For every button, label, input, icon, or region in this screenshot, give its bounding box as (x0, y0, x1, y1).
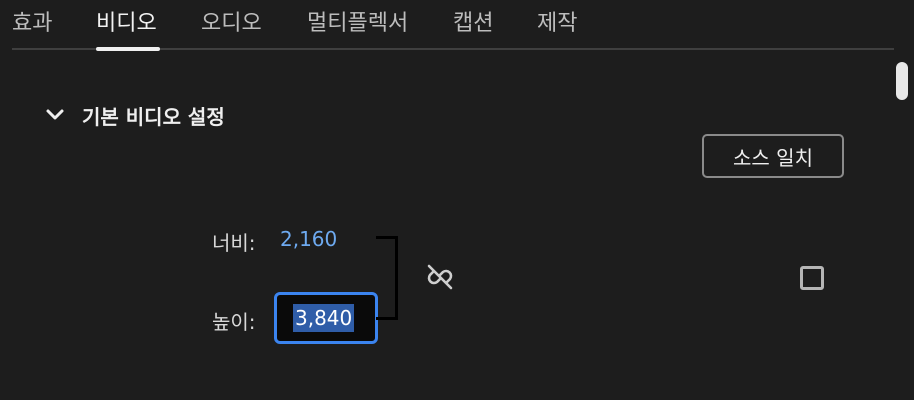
tab-video[interactable]: 비디오 (96, 8, 157, 40)
tab-effects[interactable]: 효과 (12, 8, 52, 40)
tab-captions[interactable]: 캡션 (453, 8, 493, 40)
chevron-down-icon[interactable] (44, 104, 66, 126)
unlink-icon[interactable] (424, 262, 456, 292)
active-tab-indicator (96, 47, 160, 51)
basic-video-settings-header[interactable]: 기본 비디오 설정 (44, 100, 225, 130)
export-settings-panel: 효과 비디오 오디오 멀티플렉서 캡션 제작 기본 비디오 설정 소스 일치 너… (0, 0, 914, 400)
height-input[interactable]: 3,840 (274, 292, 378, 344)
link-bracket (376, 236, 398, 320)
tab-multiplexer[interactable]: 멀티플렉서 (307, 8, 408, 40)
scrollbar-thumb[interactable] (896, 62, 908, 100)
section-title: 기본 비디오 설정 (82, 104, 225, 129)
checkbox[interactable] (800, 266, 824, 290)
tab-bar: 효과 비디오 오디오 멀티플렉서 캡션 제작 (0, 0, 894, 48)
height-input-value: 3,840 (293, 304, 355, 332)
height-label: 높이: (212, 310, 256, 334)
tab-publish[interactable]: 제작 (537, 8, 577, 40)
width-value[interactable]: 2,160 (280, 227, 337, 251)
tab-audio[interactable]: 오디오 (201, 8, 262, 40)
match-source-button[interactable]: 소스 일치 (702, 134, 844, 178)
width-label: 너비: (212, 231, 256, 255)
